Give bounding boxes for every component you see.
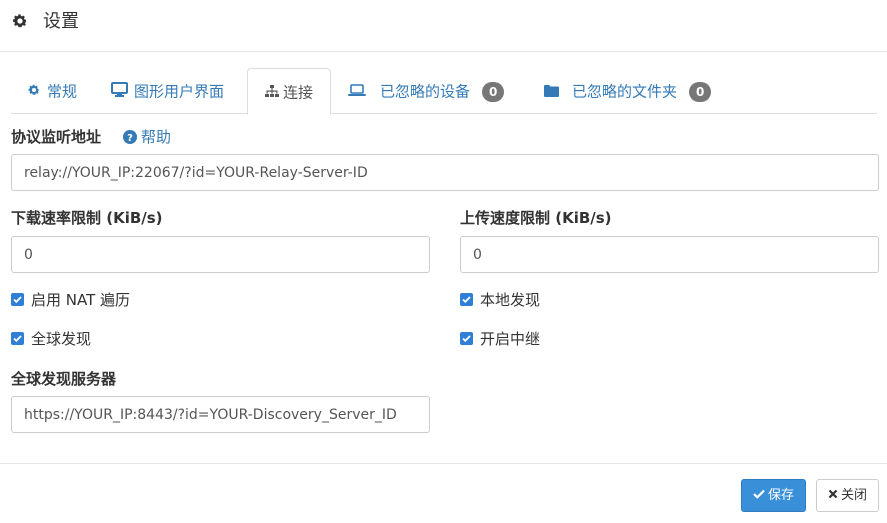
desktop-icon [111, 69, 128, 115]
save-button[interactable]: 保存 [741, 479, 806, 512]
checkbox-label: 开启中继 [480, 330, 541, 348]
download-rate-input[interactable] [11, 236, 430, 273]
upload-rate-label: 上传速度限制 (KiB/s) [460, 209, 612, 227]
checkbox-checked-icon[interactable] [11, 332, 24, 345]
checkbox-checked-icon[interactable] [460, 332, 473, 345]
gear-icon [11, 12, 29, 30]
tab-label: 常规 [47, 82, 78, 101]
tab-connections[interactable]: 连接 [247, 68, 331, 115]
ignored-devices-count-badge: 0 [482, 81, 505, 102]
modal-title: 设置 [43, 11, 79, 32]
close-label: 关闭 [840, 488, 867, 503]
tab-label: 已忽略的文件夹 [572, 82, 678, 101]
gear-icon [27, 69, 41, 115]
checkbox-label: 启用 NAT 遍历 [31, 291, 131, 309]
close-icon [828, 480, 838, 511]
checkbox-checked-icon[interactable] [460, 293, 473, 306]
download-rate-label: 下载速率限制 (KiB/s) [11, 209, 163, 227]
svg-text:?: ? [127, 133, 133, 144]
tab-label: 连接 [282, 83, 313, 102]
save-label: 保存 [767, 488, 794, 503]
help-label: 帮助 [141, 128, 172, 146]
global-discovery-checkbox[interactable]: 全球发现 [11, 330, 91, 348]
global-discovery-servers-input[interactable] [11, 396, 430, 433]
upload-rate-input[interactable] [460, 236, 879, 273]
checkbox-label: 本地发现 [480, 291, 541, 309]
ignored-folders-count-badge: 0 [689, 81, 712, 102]
enable-relaying-checkbox[interactable]: 开启中继 [460, 330, 540, 348]
tab-ignored-folders[interactable]: 已忽略的文件夹 0 [544, 68, 712, 115]
nat-traversal-checkbox[interactable]: 启用 NAT 遍历 [11, 291, 130, 309]
tab-bar: 常规 图形用户界面 连接 已忽略的设备 0 已忽略的文件夹 0 [11, 68, 877, 115]
global-discovery-servers-label: 全球发现服务器 [11, 370, 117, 388]
protocol-listen-label: 协议监听地址 [11, 128, 102, 146]
folder-icon [544, 69, 559, 115]
footer-divider [0, 463, 887, 464]
tab-ignored-devices[interactable]: 已忽略的设备 0 [348, 68, 505, 115]
checkbox-label: 全球发现 [31, 330, 92, 348]
help-link[interactable]: ? 帮助 [123, 127, 171, 149]
modal-header: 设置 [0, 0, 887, 52]
tab-label: 已忽略的设备 [380, 82, 471, 101]
tab-gui[interactable]: 图形用户界面 [111, 68, 224, 114]
local-discovery-checkbox[interactable]: 本地发现 [460, 291, 540, 309]
sitemap-icon [264, 70, 279, 116]
close-button[interactable]: 关闭 [816, 479, 879, 512]
question-circle-icon: ? [123, 129, 137, 149]
laptop-icon [348, 69, 366, 115]
tab-label: 图形用户界面 [134, 82, 225, 101]
check-icon [753, 480, 765, 511]
protocol-listen-address-input[interactable] [11, 154, 879, 191]
tab-general[interactable]: 常规 [27, 68, 77, 114]
checkbox-checked-icon[interactable] [11, 293, 24, 306]
